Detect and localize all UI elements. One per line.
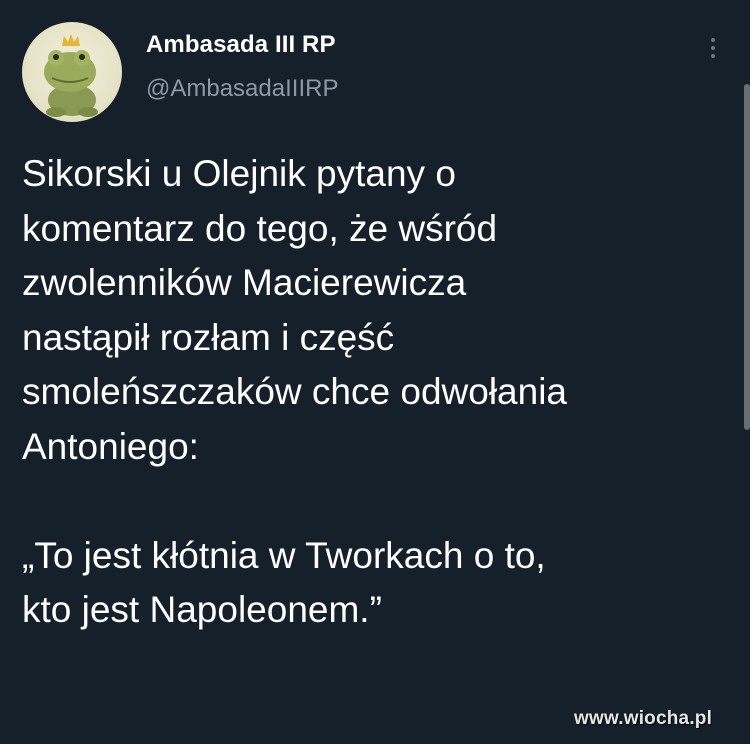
user-handle[interactable]: @AmbasadaIIIRP (146, 75, 338, 103)
frog-with-crown-icon (44, 34, 98, 117)
more-vertical-icon (711, 38, 715, 42)
tweet-card: Ambasada III RP @AmbasadaIIIRP Sikorski … (0, 0, 750, 744)
watermark: www.wiocha.pl (574, 708, 713, 729)
more-options-button[interactable] (700, 30, 726, 66)
display-name[interactable]: Ambasada III RP (146, 31, 336, 59)
tweet-text: Sikorski u Olejnik pytany o komentarz do… (22, 153, 567, 630)
scrollbar[interactable] (744, 84, 750, 430)
avatar[interactable] (22, 22, 122, 122)
